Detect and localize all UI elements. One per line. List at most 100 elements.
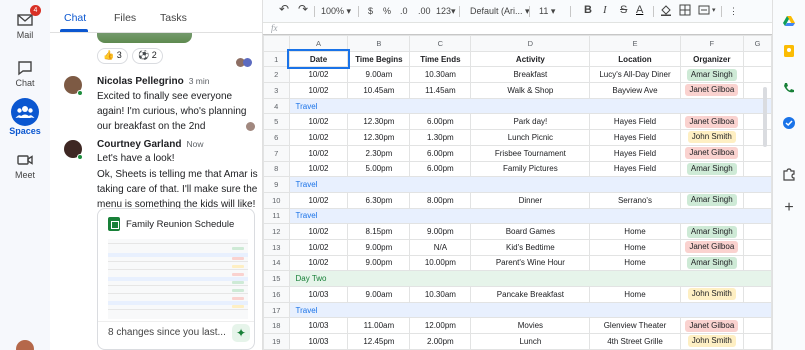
travel-section-cell[interactable]: Travel <box>288 97 772 115</box>
cell[interactable]: 10/02 <box>288 113 349 131</box>
increase-decimal-button[interactable]: .00 <box>418 4 431 18</box>
cell[interactable]: 6.00pm <box>409 160 472 178</box>
cell[interactable]: 10/02 <box>288 129 349 146</box>
cell[interactable]: Home <box>589 254 681 272</box>
undo-icon[interactable]: ↶ <box>279 2 289 16</box>
cell[interactable]: Time Ends <box>409 50 472 68</box>
keep-icon[interactable] <box>782 44 796 58</box>
more-options-icon[interactable]: ⋮ <box>729 4 738 18</box>
text-color-button[interactable]: A <box>636 3 643 17</box>
cell[interactable]: Board Games <box>470 223 591 240</box>
cell[interactable]: Pancake Breakfast <box>470 286 591 303</box>
column-header[interactable]: B <box>347 35 411 52</box>
cell[interactable]: 10/03 <box>288 286 349 303</box>
cell[interactable]: 10.30am <box>409 286 472 303</box>
cell[interactable]: Lunch Picnic <box>470 129 591 146</box>
column-header[interactable]: E <box>589 35 681 52</box>
font-select[interactable]: Default (Ari... ▾ <box>470 4 530 18</box>
cell[interactable]: 10/02 <box>288 254 349 272</box>
cell[interactable]: Home <box>589 238 681 256</box>
cell[interactable]: Activity <box>470 50 591 68</box>
row-header[interactable]: 15 <box>263 270 290 287</box>
cell[interactable]: Location <box>589 50 681 68</box>
cell[interactable]: John Smith <box>679 333 744 350</box>
cell[interactable]: Walk & Shop <box>470 82 591 99</box>
cell[interactable]: Amar Singh <box>679 254 744 272</box>
cell[interactable]: 10/02 <box>288 238 349 256</box>
cell[interactable]: Time Begins <box>347 50 411 68</box>
formula-bar[interactable]: fx <box>263 22 772 35</box>
column-header[interactable]: A <box>288 35 349 52</box>
cell[interactable] <box>742 129 772 146</box>
cell[interactable]: 8.15pm <box>347 223 411 240</box>
tab-files[interactable]: Files <box>114 12 136 24</box>
cell[interactable]: Janet Gilboa <box>679 144 744 162</box>
row-header[interactable]: 18 <box>263 317 290 335</box>
rail-spaces[interactable]: Spaces <box>0 98 50 136</box>
reaction-thumbs-up[interactable]: 👍 3 <box>97 48 128 64</box>
cell[interactable]: 10/03 <box>288 317 349 335</box>
cell[interactable]: 10.00pm <box>409 254 472 272</box>
tab-tasks[interactable]: Tasks <box>160 12 187 24</box>
cell[interactable]: 10/02 <box>288 191 349 209</box>
select-all-corner[interactable] <box>263 35 290 52</box>
cell[interactable] <box>742 333 772 350</box>
google-drive-icon[interactable] <box>782 15 796 29</box>
row-header[interactable]: 9 <box>263 176 290 193</box>
cell[interactable]: Glenview Theater <box>589 317 681 335</box>
cell[interactable]: 12.45pm <box>347 333 411 350</box>
row-header[interactable]: 12 <box>263 223 290 240</box>
cell[interactable]: 4th Street Grille <box>589 333 681 350</box>
reaction-soccer[interactable]: ⚽ 2 <box>132 48 163 64</box>
bold-button[interactable]: B <box>584 3 592 17</box>
tasks-icon[interactable] <box>782 116 796 130</box>
cell[interactable]: 10/02 <box>288 66 349 84</box>
column-header[interactable]: D <box>470 35 591 52</box>
row-header[interactable]: 11 <box>263 207 290 225</box>
cell[interactable] <box>742 317 772 335</box>
addon-puzzle-icon[interactable] <box>782 167 796 181</box>
tab-chat[interactable]: Chat <box>64 12 86 24</box>
cell[interactable]: 9.00pm <box>409 223 472 240</box>
cell[interactable]: 10/02 <box>288 160 349 178</box>
cell[interactable] <box>742 50 772 68</box>
row-header[interactable]: 14 <box>263 254 290 272</box>
cell[interactable]: 10.45am <box>347 82 411 99</box>
cell[interactable]: Family Pictures <box>470 160 591 178</box>
cell[interactable]: 9.00pm <box>347 238 411 256</box>
cell[interactable]: 8.00pm <box>409 191 472 209</box>
row-header[interactable]: 1 <box>263 50 290 68</box>
row-header[interactable]: 10 <box>263 191 290 209</box>
chevron-down-icon[interactable]: ▾ <box>712 4 716 18</box>
cell[interactable]: 6.00pm <box>409 144 472 162</box>
cell[interactable]: Amar Singh <box>679 223 744 240</box>
cell[interactable]: Movies <box>470 317 591 335</box>
cell[interactable]: Organizer <box>679 50 744 68</box>
cell[interactable]: 2.00pm <box>409 333 472 350</box>
rail-mail[interactable]: 4 Mail <box>0 5 50 40</box>
cell[interactable]: Breakfast <box>470 66 591 84</box>
cell[interactable]: Bayview Ave <box>589 82 681 99</box>
cell[interactable]: 1.30pm <box>409 129 472 146</box>
travel-section-cell[interactable]: Travel <box>288 207 772 225</box>
cell[interactable]: 9.00pm <box>347 254 411 272</box>
cell[interactable]: Janet Gilboa <box>679 238 744 256</box>
strikethrough-button[interactable]: S <box>620 3 627 17</box>
vertical-scrollbar[interactable] <box>763 87 767 147</box>
cell[interactable]: 12.30pm <box>347 113 411 131</box>
cell[interactable]: N/A <box>409 238 472 256</box>
cell[interactable] <box>742 66 772 84</box>
sheet-preview-card[interactable]: Family Reunion Schedule 8 changes since … <box>97 208 255 350</box>
cell[interactable]: Home <box>589 286 681 303</box>
rail-meet[interactable]: Meet <box>0 150 50 180</box>
travel-section-cell[interactable]: Travel <box>288 176 772 193</box>
row-header[interactable]: 13 <box>263 238 290 256</box>
row-header[interactable]: 4 <box>263 97 290 115</box>
borders-icon[interactable] <box>679 4 691 20</box>
cell[interactable] <box>742 82 772 99</box>
row-header[interactable]: 2 <box>263 66 290 84</box>
cell[interactable]: Janet Gilboa <box>679 82 744 99</box>
zoom-select[interactable]: 100% ▾ <box>321 4 351 18</box>
cell[interactable]: Amar Singh <box>679 191 744 209</box>
cell[interactable]: Dinner <box>470 191 591 209</box>
